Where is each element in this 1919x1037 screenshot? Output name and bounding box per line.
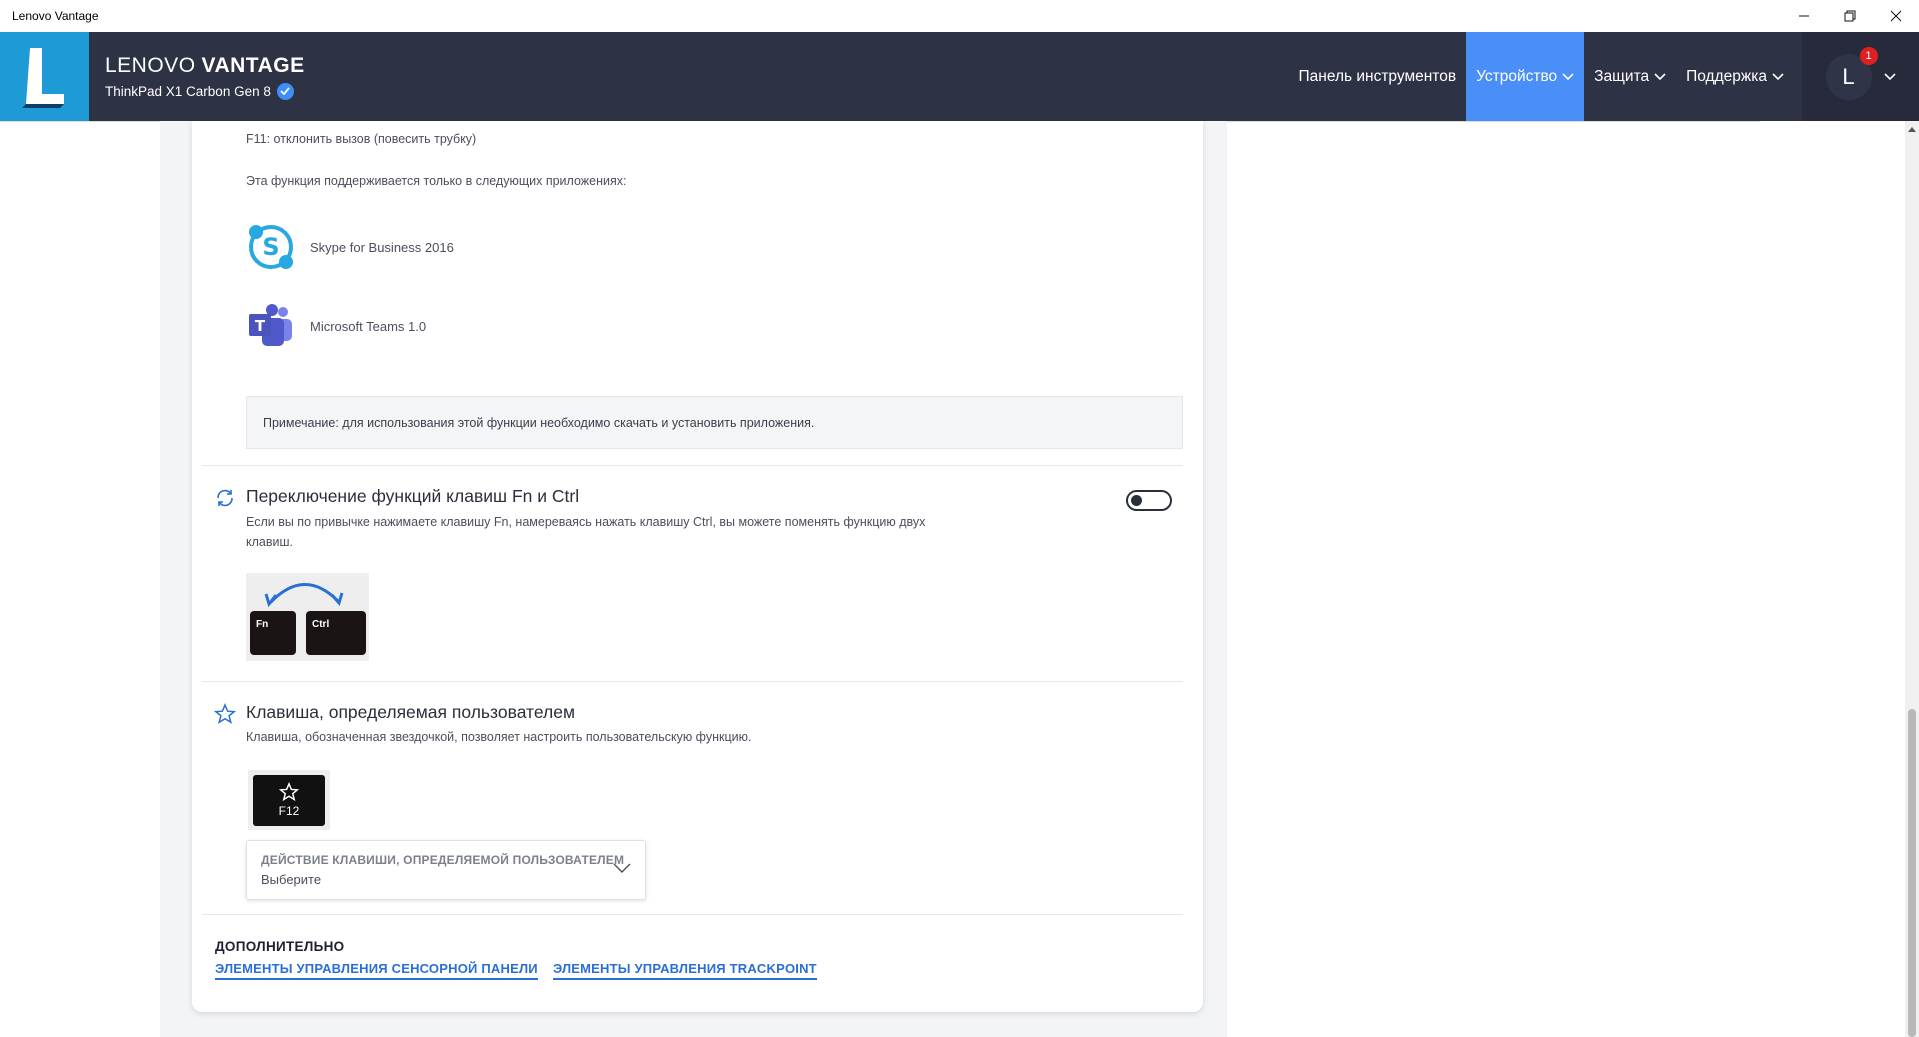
f12-key-label: F12 (278, 804, 300, 818)
swap-curved-arrows-icon (264, 583, 344, 608)
app-skype-name: Skype for Business 2016 (310, 239, 454, 255)
title-bar: Lenovo Vantage (0, 0, 1919, 32)
minimize-icon (1799, 15, 1809, 17)
touchpad-controls-link[interactable]: ЭЛЕМЕНТЫ УПРАВЛЕНИЯ СЕНСОРНОЙ ПАНЕЛИ (215, 961, 538, 980)
swap-arrows-icon (217, 489, 233, 507)
f12-key: F12 (253, 774, 325, 826)
additional-title: ДОПОЛНИТЕЛЬНО (215, 939, 345, 954)
skype-icon: S (249, 225, 293, 269)
chevron-down-icon (1654, 72, 1666, 80)
window-title: Lenovo Vantage (12, 9, 99, 23)
close-button[interactable] (1873, 0, 1919, 32)
brand-bold: VANTAGE (201, 53, 305, 77)
restore-icon (1844, 10, 1856, 22)
supported-apps-text: Эта функция поддерживается только в след… (246, 174, 627, 188)
nav-security[interactable]: Защита (1584, 32, 1676, 121)
device-name-row: ThinkPad X1 Carbon Gen 8 (105, 82, 305, 100)
app-teams: T Microsoft Teams 1.0 (246, 302, 426, 350)
avatar[interactable]: L 1 (1825, 46, 1878, 100)
star-icon (279, 782, 299, 802)
f11-description: F11: отклонить вызов (повесить трубку) (246, 132, 477, 146)
verified-check-icon (276, 82, 294, 100)
keyboard-settings-card: F11: отклонить вызов (повесить трубку) Э… (192, 121, 1203, 1012)
main-nav: Панель инструментов Устройство Защита По… (1289, 32, 1919, 121)
scroll-up-button[interactable] (1905, 121, 1919, 137)
chevron-down-icon (1562, 72, 1574, 80)
chevron-down-icon (613, 863, 631, 873)
section-divider (202, 914, 1183, 915)
fn-ctrl-title: Переключение функций клавиш Fn и Ctrl (246, 486, 580, 506)
custom-key-description: Клавиша, обозначенная звездочкой, позвол… (246, 730, 752, 744)
nav-support[interactable]: Поддержка (1676, 32, 1794, 121)
section-divider (202, 465, 1183, 466)
fn-key: Fn (250, 611, 296, 655)
ctrl-key-label: Ctrl (312, 619, 330, 630)
fn-ctrl-illustration: Fn Ctrl (246, 573, 369, 661)
dropdown-label: ДЕЙСТВИЕ КЛАВИШИ, ОПРЕДЕЛЯЕМОЙ ПОЛЬЗОВАТ… (261, 853, 625, 867)
vertical-scrollbar[interactable] (1905, 121, 1919, 1037)
ctrl-key: Ctrl (306, 611, 366, 655)
f12-key-illustration: F12 (248, 770, 330, 830)
brand-block: LENOVO VANTAGE ThinkPad X1 Carbon Gen 8 (89, 32, 305, 121)
vantage-logo-icon (21, 47, 64, 108)
avatar-initial: L (1842, 63, 1855, 89)
fn-ctrl-toggle[interactable] (1126, 490, 1172, 511)
app-header: LENOVO VANTAGE ThinkPad X1 Carbon Gen 8 … (0, 32, 1919, 121)
minimize-button[interactable] (1781, 0, 1827, 32)
account-menu[interactable]: L 1 (1802, 32, 1919, 121)
custom-key-action-dropdown[interactable]: ДЕЙСТВИЕ КЛАВИШИ, ОПРЕДЕЛЯЕМОЙ ПОЛЬЗОВАТ… (246, 840, 646, 900)
device-name: ThinkPad X1 Carbon Gen 8 (105, 83, 271, 99)
restore-button[interactable] (1827, 0, 1873, 32)
chevron-down-icon (1772, 72, 1784, 80)
nav-security-label: Защита (1594, 67, 1650, 85)
svg-text:T: T (255, 317, 266, 335)
dropdown-value: Выберите (261, 872, 322, 887)
caret-up-icon (1908, 126, 1916, 132)
nav-dashboard[interactable]: Панель инструментов (1289, 32, 1467, 121)
section-divider (202, 681, 1183, 682)
svg-text:S: S (262, 233, 279, 261)
nav-support-label: Поддержка (1686, 67, 1767, 85)
custom-key-title: Клавиша, определяемая пользователем (246, 702, 575, 722)
scroll-thumb[interactable] (1908, 709, 1916, 1037)
note-box: Примечание: для использования этой функц… (246, 396, 1183, 449)
nav-dashboard-label: Панель инструментов (1298, 67, 1457, 85)
close-icon (1890, 10, 1902, 22)
nav-device-label: Устройство (1476, 67, 1558, 85)
fn-key-label: Fn (256, 619, 269, 630)
brand-name: LENOVO VANTAGE (105, 54, 305, 78)
nav-device[interactable]: Устройство (1466, 32, 1585, 121)
fn-ctrl-description-line1: Если вы по привычке нажимаете клавишу Fn… (246, 515, 926, 529)
app-teams-name: Microsoft Teams 1.0 (310, 318, 427, 334)
fn-ctrl-description-line2: клавиш. (246, 535, 293, 549)
star-icon (214, 703, 236, 724)
teams-icon: T (249, 304, 292, 346)
trackpoint-controls-link[interactable]: ЭЛЕМЕНТЫ УПРАВЛЕНИЯ TRACKPOINT (553, 961, 817, 980)
vantage-logo[interactable] (0, 32, 89, 121)
notification-badge: 1 (1859, 46, 1878, 65)
app-skype: S Skype for Business 2016 (246, 222, 454, 272)
brand-light: LENOVO (105, 53, 196, 77)
chevron-down-icon (1883, 72, 1896, 80)
toggle-knob (1131, 495, 1142, 506)
